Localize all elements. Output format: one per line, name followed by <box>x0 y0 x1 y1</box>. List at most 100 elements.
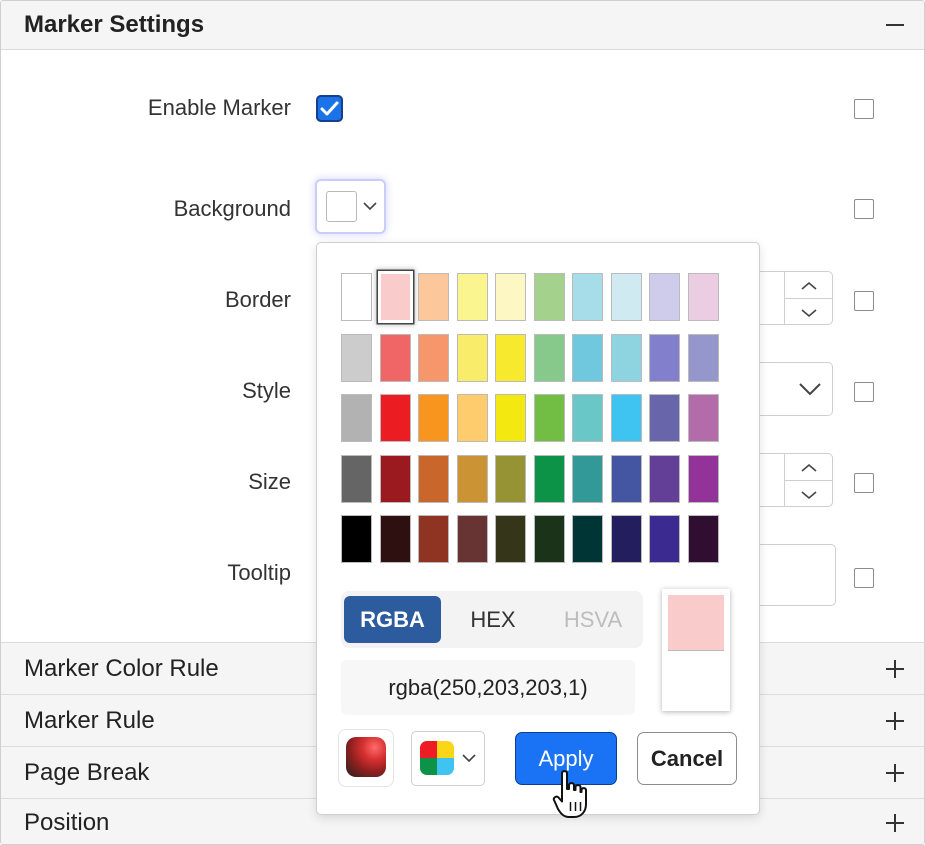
color-swatch[interactable] <box>533 333 565 382</box>
size-toggle-checkbox[interactable] <box>854 473 874 493</box>
section-header-marker-settings[interactable]: Marker Settings <box>1 1 924 50</box>
chevron-down-icon[interactable] <box>801 308 817 318</box>
color-swatch[interactable] <box>341 394 372 442</box>
palette-icon <box>420 741 454 775</box>
color-swatch[interactable] <box>572 454 603 503</box>
section-title: Marker Color Rule <box>24 654 219 682</box>
palette-icon-cell <box>420 758 437 775</box>
color-swatch[interactable] <box>687 515 719 563</box>
chevron-down-icon <box>462 754 476 763</box>
color-swatch[interactable] <box>533 454 565 503</box>
color-picker-popup: RGBA HEX HSVA rgba(250,203,203,1) Apply … <box>316 242 760 815</box>
color-swatch[interactable] <box>418 333 449 382</box>
color-swatch[interactable] <box>572 394 603 442</box>
color-swatch[interactable] <box>495 515 526 563</box>
color-swatch[interactable] <box>341 515 372 563</box>
expand-icon[interactable] <box>884 812 906 834</box>
background-color-swatch <box>326 191 357 222</box>
background-toggle-checkbox[interactable] <box>854 199 874 219</box>
palette-icon-cell <box>437 758 454 775</box>
color-swatch[interactable] <box>572 515 603 563</box>
hand-cursor-icon <box>552 770 587 818</box>
color-swatch[interactable] <box>610 273 642 321</box>
color-swatch[interactable] <box>495 394 526 442</box>
color-swatch[interactable] <box>418 454 449 503</box>
color-preview <box>662 589 730 711</box>
size-spinner[interactable] <box>784 454 832 506</box>
tooltip-toggle-checkbox[interactable] <box>854 568 874 588</box>
color-swatch[interactable] <box>341 333 372 382</box>
border-toggle-checkbox[interactable] <box>854 291 874 311</box>
current-color-preview <box>668 595 724 651</box>
color-swatch[interactable] <box>341 454 372 503</box>
color-swatch[interactable] <box>572 333 603 382</box>
color-swatch[interactable] <box>495 454 526 503</box>
chevron-down-icon <box>363 202 377 211</box>
color-swatch[interactable] <box>649 515 680 563</box>
tooltip-label: Tooltip <box>227 560 291 585</box>
color-swatch[interactable] <box>456 515 488 563</box>
color-swatch[interactable] <box>649 333 680 382</box>
color-swatch[interactable] <box>533 394 565 442</box>
expand-icon[interactable] <box>884 658 906 680</box>
size-label: Size <box>248 469 291 494</box>
style-toggle-checkbox[interactable] <box>854 382 874 402</box>
color-swatch[interactable] <box>533 273 565 321</box>
color-swatch[interactable] <box>649 394 680 442</box>
color-swatch[interactable] <box>610 515 642 563</box>
color-swatch[interactable] <box>495 273 526 321</box>
mode-hex-button[interactable]: HEX <box>446 596 540 643</box>
cancel-button[interactable]: Cancel <box>637 732 737 785</box>
background-label: Background <box>173 196 291 221</box>
color-swatch[interactable] <box>687 273 719 321</box>
color-picker-mode-button[interactable] <box>339 730 393 786</box>
color-swatch[interactable] <box>456 273 488 321</box>
border-width-spinner[interactable] <box>784 272 832 324</box>
color-swatch[interactable] <box>687 454 719 503</box>
color-swatch[interactable] <box>456 333 488 382</box>
color-swatch[interactable] <box>341 273 372 321</box>
color-swatch[interactable] <box>379 394 411 442</box>
chevron-up-icon[interactable] <box>801 281 817 291</box>
color-swatch[interactable] <box>572 273 603 321</box>
color-swatch[interactable] <box>687 394 719 442</box>
color-swatch[interactable] <box>649 454 680 503</box>
color-swatch[interactable] <box>418 394 449 442</box>
expand-icon[interactable] <box>884 762 906 784</box>
background-color-picker[interactable] <box>317 181 384 232</box>
color-swatch[interactable] <box>418 273 449 321</box>
color-swatch[interactable] <box>456 454 488 503</box>
color-swatch[interactable] <box>379 515 411 563</box>
color-swatch[interactable] <box>379 454 411 503</box>
color-swatch[interactable] <box>379 273 411 321</box>
section-title: Position <box>24 808 110 836</box>
color-swatch[interactable] <box>610 394 642 442</box>
expand-icon[interactable] <box>884 710 906 732</box>
color-swatch[interactable] <box>533 515 565 563</box>
mode-rgba-button[interactable]: RGBA <box>344 596 441 643</box>
mode-hsva-button[interactable]: HSVA <box>546 596 640 643</box>
color-swatch[interactable] <box>610 333 642 382</box>
color-swatch[interactable] <box>687 333 719 382</box>
section-title: Marker Rule <box>24 706 155 734</box>
palette-mode-dropdown[interactable] <box>411 731 485 786</box>
chevron-down-icon[interactable] <box>801 490 817 500</box>
enable-marker-label: Enable Marker <box>147 95 291 120</box>
section-title: Marker Settings <box>24 11 205 38</box>
color-swatch[interactable] <box>649 273 680 321</box>
color-swatch[interactable] <box>610 454 642 503</box>
enable-marker-checkbox[interactable] <box>316 95 343 122</box>
palette-icon-cell <box>437 741 454 758</box>
border-label: Border <box>224 287 291 312</box>
chevron-up-icon[interactable] <box>801 463 817 473</box>
color-swatch[interactable] <box>456 394 488 442</box>
enable-marker-toggle-checkbox[interactable] <box>854 99 874 119</box>
checkmark-icon <box>320 101 339 116</box>
collapse-icon[interactable] <box>884 14 906 36</box>
section-title: Page Break <box>24 758 150 786</box>
color-swatch[interactable] <box>379 333 411 382</box>
color-value-input[interactable]: rgba(250,203,203,1) <box>341 660 635 715</box>
color-swatch[interactable] <box>495 333 526 382</box>
color-mode-switcher: RGBA HEX HSVA <box>341 591 643 648</box>
color-swatch[interactable] <box>418 515 449 563</box>
